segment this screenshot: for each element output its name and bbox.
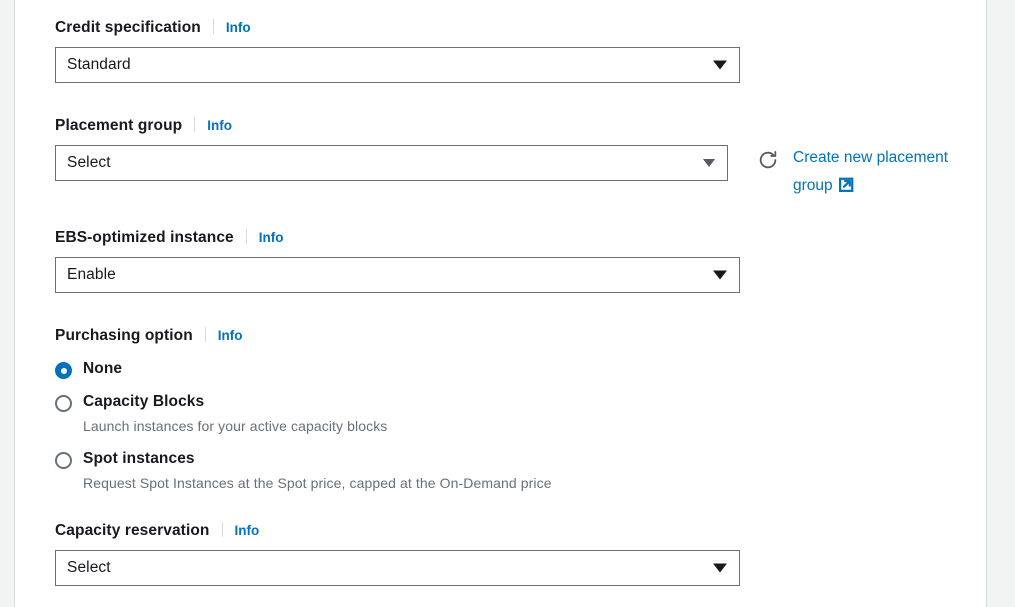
ebs-optimized-instance-info-link[interactable]: Info	[259, 230, 284, 245]
content-panel: Credit specification Info Standard Place…	[14, 0, 987, 607]
radio-mark-icon	[55, 362, 72, 379]
placement-group-side-action: Create new placement group	[757, 144, 975, 200]
label-divider	[194, 117, 196, 132]
capacity-reservation-label-row: Capacity reservation Info	[55, 520, 754, 540]
field-placement-group: Placement group Info Select	[55, 115, 754, 181]
credit-specification-label-row: Credit specification Info	[55, 17, 754, 37]
radio-option-none-label: None	[83, 360, 123, 377]
caret-down-icon	[713, 563, 727, 573]
purchasing-option-label: Purchasing option	[55, 327, 193, 344]
field-ebs-optimized-instance: EBS-optimized instance Info Enable	[55, 227, 754, 293]
field-capacity-reservation: Capacity reservation Info Select	[55, 520, 754, 586]
ec2-launch-instance-advanced-details-panel: Credit specification Info Standard Place…	[0, 0, 1015, 607]
radio-option-spot-instances[interactable]: Spot instances Request Spot Instances at…	[55, 449, 754, 493]
label-divider	[204, 327, 206, 342]
capacity-reservation-select-value: Select	[67, 559, 111, 576]
label-divider	[245, 229, 247, 244]
label-divider	[212, 19, 214, 34]
caret-down-icon	[703, 159, 715, 167]
radio-option-capacity-blocks-description: Launch instances for your active capacit…	[83, 418, 388, 434]
capacity-reservation-label: Capacity reservation	[55, 522, 210, 539]
placement-group-label-row: Placement group Info	[55, 115, 754, 135]
radio-option-none[interactable]: None	[55, 359, 754, 379]
radio-mark-icon	[55, 452, 72, 469]
placement-group-label: Placement group	[55, 117, 183, 134]
credit-specification-select[interactable]: Standard	[55, 47, 740, 83]
credit-specification-label: Credit specification	[55, 19, 201, 36]
ebs-optimized-select-value: Enable	[67, 266, 116, 283]
ebs-optimized-label-row: EBS-optimized instance Info	[55, 227, 754, 247]
radio-option-spot-instances-label: Spot instances	[83, 450, 195, 467]
radio-mark-icon	[55, 395, 72, 412]
caret-down-icon	[713, 60, 727, 70]
capacity-reservation-info-link[interactable]: Info	[235, 523, 260, 538]
caret-down-icon	[713, 270, 727, 280]
field-purchasing-option: Purchasing option Info None Capacity Blo…	[55, 325, 754, 493]
field-credit-specification: Credit specification Info Standard	[55, 17, 754, 83]
ebs-optimized-instance-label: EBS-optimized instance	[55, 229, 234, 246]
external-link-icon	[838, 175, 855, 192]
placement-group-select[interactable]: Select	[55, 145, 728, 181]
label-divider	[221, 522, 223, 537]
purchasing-option-info-link[interactable]: Info	[218, 328, 243, 343]
placement-group-select-value: Select	[67, 154, 111, 171]
refresh-icon[interactable]	[757, 149, 779, 171]
capacity-reservation-select[interactable]: Select	[55, 550, 740, 586]
purchasing-option-label-row: Purchasing option Info	[55, 325, 754, 345]
radio-option-capacity-blocks[interactable]: Capacity Blocks Launch instances for you…	[55, 392, 754, 436]
radio-option-capacity-blocks-label: Capacity Blocks	[83, 393, 205, 410]
radio-option-spot-instances-description: Request Spot Instances at the Spot price…	[83, 475, 552, 491]
credit-specification-select-value: Standard	[67, 56, 131, 73]
placement-group-info-link[interactable]: Info	[207, 118, 232, 133]
create-new-placement-group-link[interactable]: Create new placement group	[793, 144, 975, 200]
ebs-optimized-select[interactable]: Enable	[55, 257, 740, 293]
create-new-placement-group-link-text: Create new placement group	[793, 149, 949, 194]
credit-specification-info-link[interactable]: Info	[226, 20, 251, 35]
